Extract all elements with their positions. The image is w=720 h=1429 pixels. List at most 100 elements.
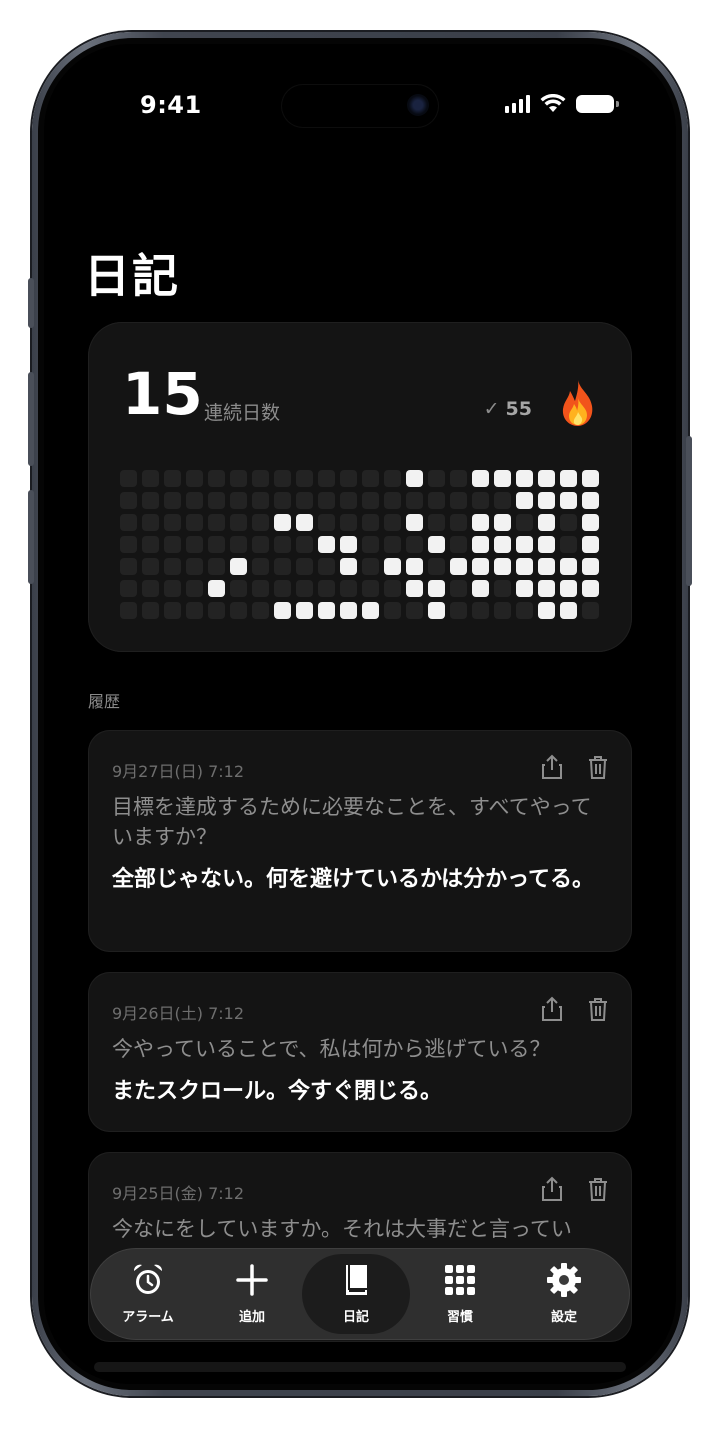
entry-actions [540, 996, 610, 1022]
trash-icon[interactable] [586, 996, 610, 1022]
streak-day-empty [450, 602, 467, 619]
gear-icon [547, 1263, 581, 1297]
streak-day-empty [472, 492, 489, 509]
streak-day-empty [340, 470, 357, 487]
entry-date: 9月25日(金) 7:12 [112, 1184, 245, 1203]
entry-answer: 全部じゃない。何を避けているかは分かってる。 [112, 867, 595, 892]
alarm-clock-icon [133, 1264, 163, 1294]
streak-day-empty [274, 470, 291, 487]
wifi-icon [540, 94, 566, 112]
streak-day-empty [186, 536, 203, 553]
streak-day-empty [450, 580, 467, 597]
streak-day-filled [538, 602, 555, 619]
tab-bar: アラーム 追加 日記 習慣 設定 [90, 1248, 630, 1340]
streak-day-empty [142, 602, 159, 619]
entry-question: 今やっていることで、私は何から逃げている？ [112, 1037, 551, 1061]
tab-label: 日記 [342, 1310, 369, 1325]
streak-day-filled [538, 470, 555, 487]
streak-label: 連続日数 [204, 402, 281, 424]
entry-actions [540, 754, 610, 780]
streak-day-filled [208, 580, 225, 597]
share-icon[interactable] [540, 754, 564, 780]
share-icon[interactable] [540, 1176, 564, 1202]
streak-day-empty [450, 536, 467, 553]
book-icon [346, 1265, 367, 1295]
streak-day-empty [296, 470, 313, 487]
streak-day-empty [406, 536, 423, 553]
tab-add[interactable]: 追加 [198, 1248, 306, 1340]
streak-day-filled [428, 580, 445, 597]
streak-day-empty [120, 558, 137, 575]
streak-day-empty [560, 514, 577, 531]
streak-day-filled [318, 602, 335, 619]
streak-day-empty [208, 514, 225, 531]
streak-day-empty [120, 602, 137, 619]
streak-day-empty [252, 558, 269, 575]
streak-day-filled [582, 470, 599, 487]
tab-label: アラーム [122, 1310, 174, 1325]
streak-day-empty [142, 536, 159, 553]
trash-icon[interactable] [586, 1176, 610, 1202]
streak-day-empty [428, 514, 445, 531]
history-entry[interactable]: 9月27日(日) 7:12 目標を達成するために必要なことを、すべてやっています… [88, 730, 632, 952]
streak-day-empty [142, 492, 159, 509]
streak-day-filled [406, 514, 423, 531]
streak-day-empty [120, 536, 137, 553]
streak-day-empty [252, 492, 269, 509]
history-entry[interactable]: 9月26日(土) 7:12 今やっていることで、私は何から逃げている？ またスク… [88, 972, 632, 1132]
tab-settings[interactable]: 設定 [510, 1248, 618, 1340]
streak-day-empty [450, 514, 467, 531]
streak-day-empty [384, 492, 401, 509]
streak-day-empty [362, 470, 379, 487]
streak-day-filled [340, 536, 357, 553]
tab-diary[interactable]: 日記 [302, 1254, 410, 1334]
streak-day-filled [494, 536, 511, 553]
streak-day-empty [362, 492, 379, 509]
streak-day-empty [318, 580, 335, 597]
streak-day-empty [142, 514, 159, 531]
streak-card: 15 連続日数 ✓ 55 [88, 322, 632, 652]
streak-day-filled [296, 602, 313, 619]
entry-question: 今なにをしていますか。それは大事だと言ってい [112, 1217, 572, 1241]
streak-day-empty [274, 536, 291, 553]
entry-date: 9月27日(日) 7:12 [112, 762, 245, 781]
streak-day-filled [450, 558, 467, 575]
streak-count: 15 [122, 360, 203, 428]
streak-day-filled [516, 558, 533, 575]
page-title: 日記 [84, 249, 180, 303]
streak-day-filled [516, 536, 533, 553]
trash-icon[interactable] [586, 754, 610, 780]
streak-day-empty [274, 558, 291, 575]
streak-day-empty [384, 580, 401, 597]
streak-day-filled [406, 580, 423, 597]
streak-day-empty [340, 492, 357, 509]
streak-day-empty [252, 580, 269, 597]
streak-day-empty [406, 492, 423, 509]
streak-day-empty [494, 602, 511, 619]
streak-day-empty [362, 580, 379, 597]
streak-day-empty [384, 602, 401, 619]
streak-day-filled [560, 580, 577, 597]
action-button [28, 278, 34, 328]
tab-habits[interactable]: 習慣 [406, 1248, 514, 1340]
streak-day-empty [208, 470, 225, 487]
grid-icon [445, 1265, 475, 1295]
streak-day-filled [406, 470, 423, 487]
streak-day-empty [494, 492, 511, 509]
tab-alarm[interactable]: アラーム [94, 1248, 202, 1340]
cellular-signal-icon [505, 94, 530, 113]
screen: 9:41 日記 15 連続日数 ✓ 55 履歴 9月27日(日) 7:12 目標… [44, 44, 676, 1384]
streak-day-filled [340, 602, 357, 619]
entry-date: 9月26日(土) 7:12 [112, 1004, 245, 1023]
share-icon[interactable] [540, 996, 564, 1022]
streak-day-empty [252, 536, 269, 553]
streak-day-filled [538, 580, 555, 597]
streak-day-empty [164, 602, 181, 619]
streak-day-filled [318, 536, 335, 553]
streak-day-empty [142, 470, 159, 487]
streak-day-empty [186, 492, 203, 509]
streak-day-empty [472, 602, 489, 619]
streak-day-empty [318, 492, 335, 509]
streak-day-empty [120, 492, 137, 509]
entry-answer: またスクロール。今すぐ閉じる。 [112, 1079, 443, 1104]
